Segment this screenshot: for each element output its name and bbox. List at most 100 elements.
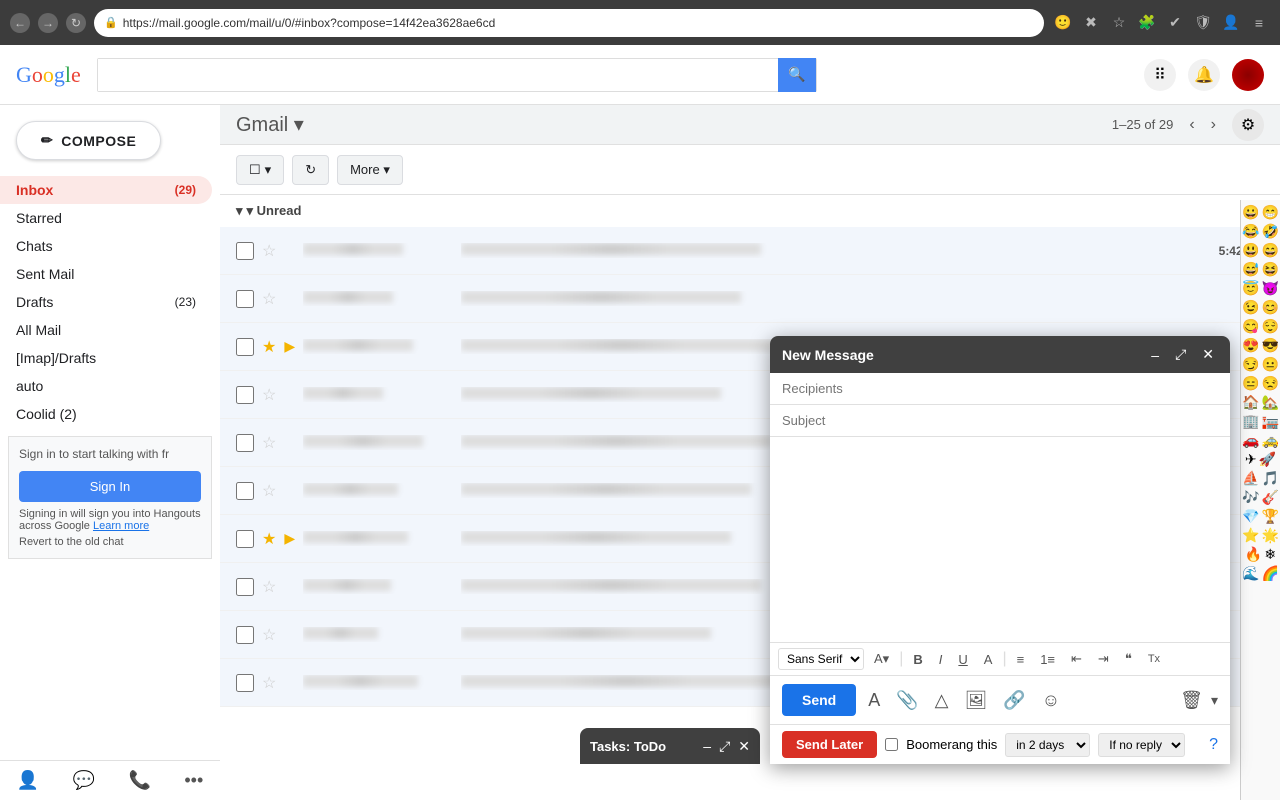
- emoji-item[interactable]: 😒: [1262, 375, 1279, 392]
- star-icon[interactable]: ☆: [262, 289, 276, 309]
- next-page-btn[interactable]: ›: [1211, 116, 1216, 134]
- emoji-item[interactable]: 🏣: [1262, 413, 1279, 430]
- emoji-item[interactable]: ❄: [1264, 546, 1276, 563]
- compose-button[interactable]: ✏ COMPOSE: [16, 121, 161, 160]
- sidebar-item-coolid[interactable]: Coolid (2): [0, 400, 212, 428]
- tasks-maximize-btn[interactable]: ⤢: [719, 738, 730, 755]
- emoji-item[interactable]: 🚕: [1262, 432, 1279, 449]
- insert-photo-btn[interactable]: 🖼: [961, 686, 992, 715]
- row-checkbox[interactable]: [236, 242, 254, 260]
- emoji-item[interactable]: 🚀: [1259, 451, 1276, 468]
- emoji-item[interactable]: ⛵: [1242, 470, 1259, 487]
- emoji-item[interactable]: 😏: [1242, 356, 1259, 373]
- refresh-btn[interactable]: ↻: [292, 155, 329, 185]
- emoji-ext-icon[interactable]: 🙂: [1052, 12, 1074, 34]
- emoji-item[interactable]: 😃: [1242, 242, 1259, 259]
- row-checkbox[interactable]: [236, 338, 254, 356]
- compose-header[interactable]: New Message – ⤢ ✕: [770, 336, 1230, 373]
- apps-icon[interactable]: ⠿: [1144, 59, 1176, 91]
- tasks-close-btn[interactable]: ✕: [738, 738, 750, 755]
- row-checkbox[interactable]: [236, 578, 254, 596]
- emoji-item[interactable]: 😉: [1242, 299, 1259, 316]
- send-button[interactable]: Send: [782, 684, 856, 716]
- numbered-list-btn[interactable]: 1≡: [1034, 648, 1061, 671]
- emoji-item[interactable]: 🚗: [1242, 432, 1259, 449]
- learn-more-link[interactable]: Learn more: [93, 520, 149, 532]
- row-checkbox[interactable]: [236, 434, 254, 452]
- emoji-item[interactable]: 😀: [1242, 204, 1259, 221]
- google-search-button[interactable]: 🔍: [778, 58, 816, 92]
- recipients-input[interactable]: [782, 381, 1218, 396]
- user-ext-icon[interactable]: 👤: [1220, 12, 1242, 34]
- google-search-input[interactable]: [98, 59, 778, 91]
- forward-button[interactable]: →: [38, 13, 58, 33]
- emoji-item[interactable]: 😐: [1262, 356, 1279, 373]
- sidebar-item-all-mail[interactable]: All Mail: [0, 316, 212, 344]
- emoji-item[interactable]: 😌: [1262, 318, 1279, 335]
- insert-emoji-btn[interactable]: ☺: [1038, 686, 1064, 715]
- bold-btn[interactable]: B: [907, 648, 928, 671]
- star-icon[interactable]: ★: [262, 337, 276, 357]
- italic-btn[interactable]: I: [933, 648, 949, 671]
- boomerang-reply-select[interactable]: If no reply Always: [1098, 733, 1185, 757]
- row-checkbox[interactable]: [236, 626, 254, 644]
- attach-file-btn[interactable]: 📎: [892, 686, 922, 715]
- star-icon[interactable]: ☆: [262, 577, 276, 597]
- prev-page-btn[interactable]: ‹: [1189, 116, 1194, 134]
- star-icon[interactable]: ☆: [262, 385, 276, 405]
- sidebar-item-sent[interactable]: Sent Mail: [0, 260, 212, 288]
- contact-icon[interactable]: 👤: [17, 770, 39, 791]
- row-checkbox[interactable]: [236, 674, 254, 692]
- emoji-item[interactable]: 😄: [1262, 242, 1279, 259]
- hangout-icon[interactable]: 💬: [73, 770, 95, 791]
- user-avatar[interactable]: [1232, 59, 1264, 91]
- emoji-item[interactable]: 😈: [1262, 280, 1279, 297]
- row-checkbox[interactable]: [236, 482, 254, 500]
- emoji-item[interactable]: 🏠: [1242, 394, 1259, 411]
- emoji-item[interactable]: 😅: [1242, 261, 1259, 278]
- subject-input[interactable]: [782, 413, 1218, 428]
- select-btn[interactable]: ☐ ▾: [236, 155, 284, 185]
- emoji-item[interactable]: 🏆: [1262, 508, 1279, 525]
- emoji-item[interactable]: 🌈: [1262, 565, 1279, 582]
- star-icon[interactable]: ☆: [262, 433, 276, 453]
- quote-btn[interactable]: ❝: [1119, 647, 1138, 671]
- boomerang-days-select[interactable]: in 2 days in 1 day in 3 days in 1 week: [1005, 733, 1090, 757]
- tasks-minimize-btn[interactable]: –: [703, 738, 711, 754]
- emoji-item[interactable]: 🔥: [1245, 546, 1262, 563]
- emoji-item[interactable]: 🏢: [1242, 413, 1259, 430]
- emoji-item[interactable]: ⭐: [1242, 527, 1259, 544]
- format-text-btn[interactable]: A: [864, 686, 884, 715]
- table-row[interactable]: ☆ ▶: [220, 275, 1280, 323]
- reload-button[interactable]: ↻: [66, 13, 86, 33]
- close-compose-btn[interactable]: ✕: [1198, 344, 1218, 365]
- emoji-item[interactable]: 🎸: [1262, 489, 1279, 506]
- emoji-item[interactable]: 🤣: [1262, 223, 1279, 240]
- emoji-item[interactable]: 🎵: [1262, 470, 1279, 487]
- underline-btn[interactable]: U: [952, 648, 973, 671]
- sidebar-item-chats[interactable]: Chats: [0, 232, 212, 260]
- emoji-item[interactable]: 🏡: [1262, 394, 1279, 411]
- star-icon[interactable]: ☆: [262, 241, 276, 261]
- indent-left-btn[interactable]: ⇤: [1065, 647, 1088, 671]
- row-checkbox[interactable]: [236, 530, 254, 548]
- check-ext-icon[interactable]: ✔: [1164, 12, 1186, 34]
- row-checkbox[interactable]: [236, 290, 254, 308]
- emoji-item[interactable]: 😊: [1262, 299, 1279, 316]
- more-options-btn[interactable]: ▾: [1211, 692, 1218, 709]
- font-size-btn[interactable]: A▾: [868, 647, 895, 671]
- sidebar-item-drafts[interactable]: Drafts (23): [0, 288, 212, 316]
- emoji-item[interactable]: 😂: [1242, 223, 1259, 240]
- bullets-btn[interactable]: ≡: [1011, 648, 1031, 671]
- emoji-item[interactable]: 😍: [1242, 337, 1259, 354]
- boomerang-help-btn[interactable]: ?: [1209, 736, 1218, 754]
- compose-body-textarea[interactable]: [770, 437, 1230, 637]
- url-bar[interactable]: 🔒 https://mail.google.com/mail/u/0/#inbo…: [94, 9, 1044, 37]
- star-icon[interactable]: ★: [262, 529, 276, 549]
- text-color-btn[interactable]: A: [978, 648, 999, 671]
- emoji-item[interactable]: 😁: [1262, 204, 1279, 221]
- sidebar-item-inbox[interactable]: Inbox (29): [0, 176, 212, 204]
- compose-body-area[interactable]: [770, 437, 1230, 642]
- maximize-compose-btn[interactable]: ⤢: [1171, 344, 1190, 365]
- menu-icon[interactable]: ≡: [1248, 12, 1270, 34]
